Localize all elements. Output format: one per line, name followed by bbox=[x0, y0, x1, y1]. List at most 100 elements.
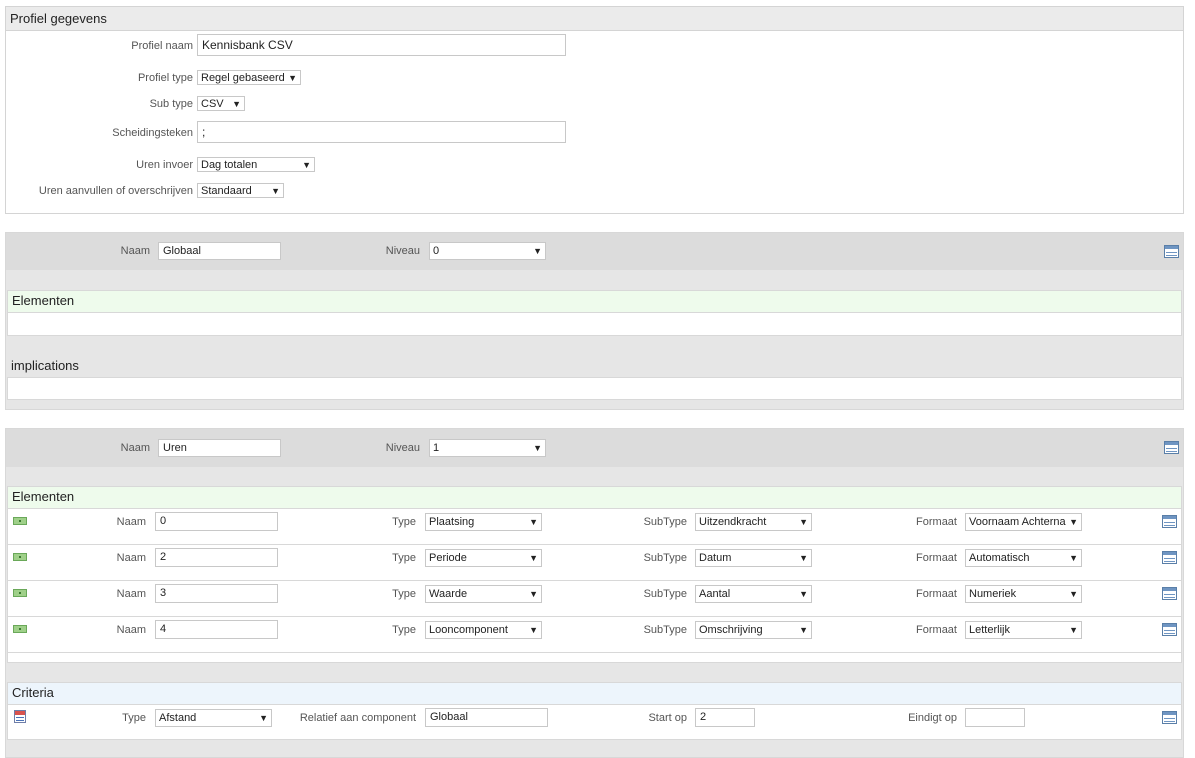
dropdown-arrow-icon: ▼ bbox=[529, 589, 538, 599]
dropdown-arrow-icon: ▼ bbox=[533, 246, 542, 256]
sub-type-select[interactable]: CSV ▼ bbox=[197, 96, 245, 111]
element-type-value: Plaatsing bbox=[429, 516, 475, 528]
profile-panel-header: Profiel gegevens bbox=[6, 7, 1183, 31]
criteria-type-value: Afstand bbox=[159, 712, 197, 724]
profile-name-label: Profiel naam bbox=[131, 40, 193, 52]
element-type-value: Waarde bbox=[429, 588, 468, 600]
money-icon[interactable] bbox=[13, 553, 27, 561]
elements-header: Elementen bbox=[7, 290, 1182, 313]
element-naam-input[interactable]: 4 bbox=[155, 620, 278, 639]
separator-input[interactable]: ; bbox=[197, 121, 566, 143]
element-type-select[interactable]: Plaatsing ▼ bbox=[425, 513, 542, 531]
criteria-start-input[interactable]: 2 bbox=[695, 708, 755, 727]
money-icon[interactable] bbox=[13, 625, 27, 633]
group-name-input[interactable]: Globaal bbox=[158, 242, 281, 260]
dropdown-arrow-icon: ▼ bbox=[288, 73, 297, 83]
element-naam-label: Naam bbox=[116, 552, 146, 564]
table-icon[interactable] bbox=[1162, 551, 1177, 564]
money-icon[interactable] bbox=[13, 589, 27, 597]
criteria-end-input[interactable] bbox=[965, 708, 1025, 727]
profile-type-label: Profiel type bbox=[137, 72, 193, 84]
element-subtype-value: Datum bbox=[699, 552, 732, 564]
element-format-select[interactable]: Automatisch ▼ bbox=[965, 549, 1082, 567]
profile-type-select[interactable]: Regel gebaseerd ▼ bbox=[197, 70, 301, 85]
element-naam-input[interactable]: 2 bbox=[155, 548, 278, 567]
element-subtype-label: SubType bbox=[643, 516, 687, 528]
element-type-label: Type bbox=[392, 624, 416, 636]
element-format-select[interactable]: Numeriek ▼ bbox=[965, 585, 1082, 603]
element-subtype-select[interactable]: Aantal ▼ bbox=[695, 585, 812, 603]
element-type-select[interactable]: Periode ▼ bbox=[425, 549, 542, 567]
group-name-input[interactable]: Uren bbox=[158, 439, 281, 457]
table-icon[interactable] bbox=[1162, 587, 1177, 600]
element-type-select[interactable]: Waarde ▼ bbox=[425, 585, 542, 603]
dropdown-arrow-icon: ▼ bbox=[1069, 589, 1078, 599]
element-format-value: Automatisch bbox=[969, 552, 1030, 564]
hours-input-label: Uren invoer bbox=[136, 159, 193, 171]
criteria-header: Criteria bbox=[7, 682, 1182, 705]
dropdown-arrow-icon: ▼ bbox=[529, 553, 538, 563]
criteria-end-label: Eindigt op bbox=[908, 712, 957, 724]
dropdown-arrow-icon: ▼ bbox=[529, 517, 538, 527]
element-type-value: Looncomponent bbox=[429, 624, 508, 636]
profile-panel-title: Profiel gegevens bbox=[10, 11, 107, 26]
group-level-value: 0 bbox=[433, 245, 440, 257]
criteria-title: Criteria bbox=[12, 685, 54, 700]
row-divider bbox=[8, 544, 1181, 545]
criteria-relative-input[interactable]: Globaal bbox=[425, 708, 548, 727]
element-naam-input[interactable]: 0 bbox=[155, 512, 278, 531]
row-divider bbox=[8, 580, 1181, 581]
table-icon[interactable] bbox=[1162, 623, 1177, 636]
elements-body bbox=[7, 312, 1182, 336]
element-subtype-value: Aantal bbox=[699, 588, 731, 600]
element-naam-input[interactable]: 3 bbox=[155, 584, 278, 603]
element-type-value: Periode bbox=[429, 552, 467, 564]
element-subtype-select[interactable]: Uitzendkracht ▼ bbox=[695, 513, 812, 531]
table-icon[interactable] bbox=[1162, 711, 1177, 724]
element-subtype-value: Omschrijving bbox=[699, 624, 763, 636]
money-icon[interactable] bbox=[13, 517, 27, 525]
element-format-select[interactable]: Voornaam Achterna ▼ bbox=[965, 513, 1082, 531]
criteria-type-select[interactable]: Afstand ▼ bbox=[155, 709, 272, 727]
criteria-icon[interactable] bbox=[14, 710, 26, 723]
dropdown-arrow-icon: ▼ bbox=[302, 160, 311, 170]
dropdown-arrow-icon: ▼ bbox=[799, 589, 808, 599]
group-level-label: Niveau bbox=[385, 245, 420, 257]
group-level-select[interactable]: 1 ▼ bbox=[429, 439, 546, 457]
element-format-label: Formaat bbox=[916, 516, 957, 528]
group-level-select[interactable]: 0 ▼ bbox=[429, 242, 546, 260]
sub-type-value: CSV bbox=[201, 98, 224, 110]
dropdown-arrow-icon: ▼ bbox=[232, 99, 241, 109]
hours-input-select[interactable]: Dag totalen ▼ bbox=[197, 157, 315, 172]
element-format-label: Formaat bbox=[916, 588, 957, 600]
dropdown-arrow-icon: ▼ bbox=[799, 517, 808, 527]
group-level-label: Niveau bbox=[385, 442, 420, 454]
element-type-label: Type bbox=[392, 588, 416, 600]
implications-header: implications bbox=[11, 358, 79, 373]
element-format-label: Formaat bbox=[916, 624, 957, 636]
element-format-label: Formaat bbox=[916, 552, 957, 564]
row-divider bbox=[8, 652, 1181, 653]
element-type-label: Type bbox=[392, 552, 416, 564]
dropdown-arrow-icon: ▼ bbox=[271, 186, 280, 196]
elements-title: Elementen bbox=[12, 489, 75, 504]
element-format-select[interactable]: Letterlijk ▼ bbox=[965, 621, 1082, 639]
dropdown-arrow-icon: ▼ bbox=[1069, 553, 1078, 563]
dropdown-arrow-icon: ▼ bbox=[799, 553, 808, 563]
table-icon[interactable] bbox=[1164, 245, 1179, 258]
element-type-select[interactable]: Looncomponent ▼ bbox=[425, 621, 542, 639]
element-subtype-label: SubType bbox=[643, 588, 687, 600]
table-icon[interactable] bbox=[1162, 515, 1177, 528]
elements-title: Elementen bbox=[12, 293, 75, 308]
element-subtype-select[interactable]: Omschrijving ▼ bbox=[695, 621, 812, 639]
profile-name-input[interactable]: Kennisbank CSV bbox=[197, 34, 566, 56]
group-name-label: Naam bbox=[120, 442, 150, 454]
group-name-label: Naam bbox=[120, 245, 150, 257]
profile-type-value: Regel gebaseerd bbox=[201, 72, 285, 84]
element-subtype-select[interactable]: Datum ▼ bbox=[695, 549, 812, 567]
group-level-value: 1 bbox=[433, 442, 440, 454]
table-icon[interactable] bbox=[1164, 441, 1179, 454]
hours-mode-select[interactable]: Standaard ▼ bbox=[197, 183, 284, 198]
element-format-value: Numeriek bbox=[969, 588, 1017, 600]
implications-body bbox=[7, 377, 1182, 400]
